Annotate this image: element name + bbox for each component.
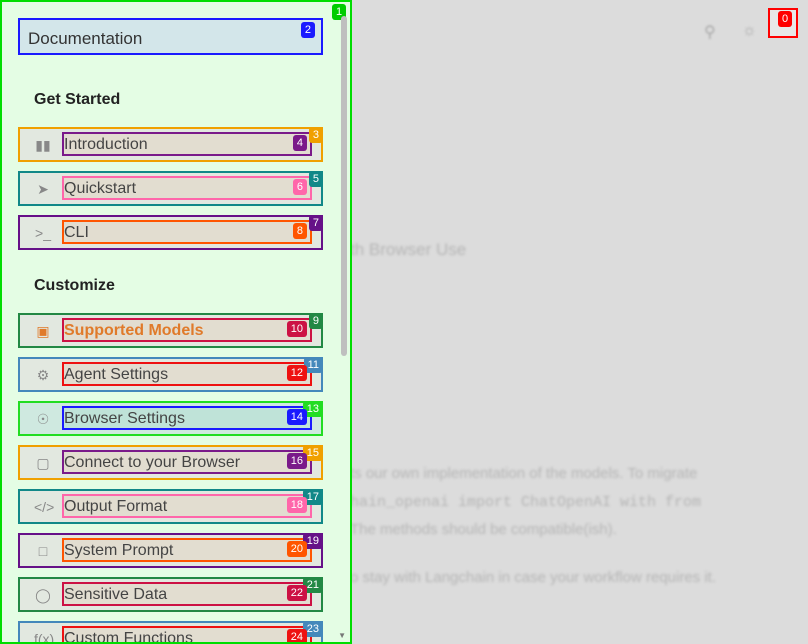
sidebar-item-label: System Prompt: [62, 538, 312, 562]
globe-icon: ☉: [36, 411, 50, 427]
badge: 12: [286, 365, 307, 381]
sidebar-item-quickstart[interactable]: ➤ Quickstart 5 6: [18, 171, 323, 206]
sidebar-item-browser-settings[interactable]: ☉ Browser Settings 13 14: [18, 401, 323, 436]
sidebar[interactable]: 1 ▼ Documentation 2 Get Started ▮▮ Intro…: [0, 0, 352, 644]
search-icon[interactable]: ⚲: [704, 22, 722, 41]
sidebar-item-cli[interactable]: >_ CLI 7 8: [18, 215, 323, 250]
bg-paragraph: hain_openai import ChatOpenAI with from: [350, 494, 702, 511]
close-button[interactable]: 0: [768, 8, 798, 38]
badge: 10: [286, 321, 307, 337]
bg-paragraph: ts our own implementation of the models.…: [350, 465, 698, 482]
function-icon: f(x): [34, 631, 55, 644]
badge: 3: [308, 127, 323, 143]
monitor-icon: ▢: [36, 455, 50, 471]
sidebar-item-label: Browser Settings: [62, 406, 312, 430]
sidebar-item-agent-settings[interactable]: ⚙ Agent Settings 11 12: [18, 357, 323, 392]
scroll-down-icon[interactable]: ▼: [338, 631, 346, 640]
sidebar-item-introduction[interactable]: ▮▮ Introduction 3 4: [18, 127, 323, 162]
badge: 24: [286, 629, 307, 642]
scrollbar-thumb[interactable]: [341, 16, 347, 356]
sidebar-item-supported-models[interactable]: ▣ Supported Models 9 10: [18, 313, 323, 348]
terminal-icon: >_: [35, 225, 51, 241]
badge: 14: [286, 409, 307, 425]
badge: 9: [308, 313, 323, 329]
badge: 20: [286, 541, 307, 557]
sidebar-item-label: Introduction: [62, 132, 312, 156]
badge: 7: [308, 215, 323, 231]
badge: 18: [286, 497, 307, 513]
sidebar-item-custom-functions[interactable]: f(x) Custom Functions 23 24: [18, 621, 323, 644]
sidebar-item-system-prompt[interactable]: □ System Prompt 19 20: [18, 533, 323, 568]
sun-icon[interactable]: ☼: [742, 22, 760, 40]
badge: 22: [286, 585, 307, 601]
code-icon: </>: [34, 499, 55, 515]
badge: 0: [778, 11, 793, 27]
badge: 2: [300, 22, 315, 38]
badge: 4: [292, 135, 307, 151]
sidebar-item-label: Agent Settings: [62, 362, 312, 386]
sidebar-item-label: Connect to your Browser: [62, 450, 312, 474]
badge: 6: [292, 179, 307, 195]
bg-paragraph: o stay with Langchain in case your workf…: [350, 569, 717, 586]
bg-heading: th Browser Use: [350, 240, 467, 259]
sidebar-item-sensitive-data[interactable]: ◯ Sensitive Data 21 22: [18, 577, 323, 612]
gear-icon: ⚙: [36, 367, 50, 383]
shield-icon: ◯: [35, 587, 51, 603]
sidebar-item-output-format[interactable]: </> Output Format 17 18: [18, 489, 323, 524]
sidebar-item-label: Supported Models: [62, 318, 312, 342]
sidebar-item-label: Custom Functions: [62, 626, 312, 642]
badge: 8: [292, 223, 307, 239]
robot-icon: ▣: [36, 323, 50, 339]
rocket-icon: ➤: [37, 181, 49, 197]
sidebar-item-connect-browser[interactable]: ▢ Connect to your Browser 15 16: [18, 445, 323, 480]
sidebar-item-label: Quickstart: [62, 176, 312, 200]
sidebar-item-label: Sensitive Data: [62, 582, 312, 606]
chat-icon: □: [38, 543, 48, 559]
badge: 16: [286, 453, 307, 469]
book-icon: ▮▮: [35, 137, 51, 153]
badge: 5: [308, 171, 323, 187]
documentation-label: Documentation: [28, 29, 143, 48]
section-title-customize: Customize: [34, 277, 115, 294]
scrollbar[interactable]: [341, 16, 347, 636]
section-title-get-started: Get Started: [34, 91, 121, 108]
sidebar-item-label: CLI: [62, 220, 312, 244]
documentation-dropdown[interactable]: Documentation 2: [18, 18, 323, 55]
sidebar-item-label: Output Format: [62, 494, 312, 518]
bg-paragraph: The methods should be compatible(ish).: [350, 521, 617, 538]
